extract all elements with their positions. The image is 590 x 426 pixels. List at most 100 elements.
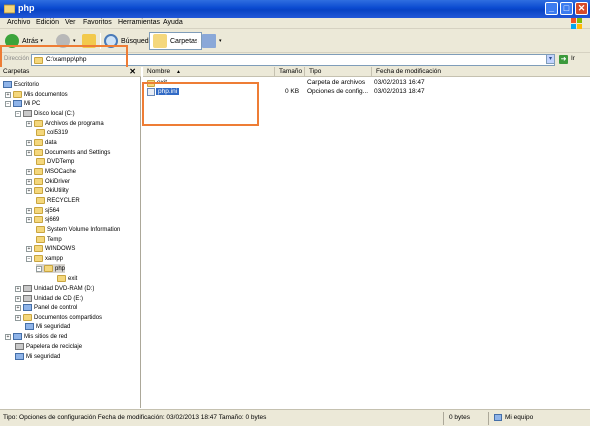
chevron-down-icon: ▾ (219, 38, 222, 44)
network-icon (13, 333, 22, 340)
tree-item-dvd[interactable]: + Unidad DVD-RAM (D:) (15, 284, 94, 293)
tree-item-xampp[interactable]: − xampp (26, 254, 63, 263)
computer-icon (494, 414, 502, 421)
expand-icon[interactable]: + (26, 120, 32, 127)
folder-icon (34, 187, 43, 194)
tree-item-folder[interactable]: System Volume Information (36, 225, 120, 234)
tree-item-php-selected[interactable]: − php (36, 264, 66, 273)
tree-item-mis-sitios-red[interactable]: + Mis sitios de red (5, 332, 67, 341)
security-icon (25, 323, 34, 330)
folder-icon (34, 168, 43, 175)
go-arrow-icon[interactable]: ➜ (559, 55, 568, 64)
expand-icon[interactable]: + (26, 187, 32, 194)
recycle-bin-icon (15, 343, 24, 350)
folder-icon (36, 158, 45, 165)
close-pane-button[interactable]: ✕ (129, 67, 136, 76)
menu-bar: Archivo Edición Ver Favoritos Herramient… (0, 18, 590, 29)
menu-ver[interactable]: Ver (65, 19, 76, 26)
column-name[interactable]: Nombre ▲ (143, 67, 275, 77)
tree-item-exit[interactable]: exit (57, 274, 77, 283)
collapse-icon[interactable]: − (15, 110, 21, 117)
tree-item-escritorio[interactable]: Escritorio (3, 80, 39, 89)
minimize-button[interactable]: _ (545, 2, 558, 15)
menu-ayuda[interactable]: Ayuda (163, 19, 183, 26)
tree-item-cd[interactable]: + Unidad de CD (E:) (15, 294, 83, 303)
tree-item-folder[interactable]: + MSOCache (26, 167, 76, 176)
folders-icon (153, 34, 167, 48)
column-size[interactable]: Tamaño (275, 67, 305, 77)
tree-item-folder[interactable]: DVDTemp (36, 157, 74, 166)
tree-item-folder[interactable]: RECYCLER (36, 196, 80, 205)
file-modified: 03/02/2013 18:47 (374, 88, 425, 95)
collapse-icon[interactable]: − (5, 100, 11, 107)
expand-icon[interactable]: + (26, 149, 32, 156)
column-type[interactable]: Tipo (305, 67, 372, 77)
tree-item-folder[interactable]: Temp (36, 235, 62, 244)
desktop-icon (3, 81, 12, 88)
tree-item-folder[interactable]: + Documents and Settings (26, 148, 110, 157)
folder-icon (13, 91, 22, 98)
column-modified[interactable]: Fecha de modificación (372, 67, 590, 77)
expand-icon[interactable]: + (5, 91, 11, 98)
expand-icon[interactable]: + (26, 168, 32, 175)
folders-label: Carpetas (170, 37, 199, 45)
expand-icon[interactable]: + (26, 245, 32, 252)
tree-item-documentos-compartidos[interactable]: + Documentos compartidos (15, 313, 102, 322)
expand-icon[interactable]: + (15, 314, 21, 321)
window-title: php (18, 3, 35, 13)
menu-archivo[interactable]: Archivo (7, 19, 30, 26)
menu-edicion[interactable]: Edición (36, 19, 59, 26)
tree-item-folder[interactable]: + data (26, 138, 57, 147)
expand-icon[interactable]: + (26, 216, 32, 223)
tree-item-mis-documentos[interactable]: + Mis documentos (5, 90, 68, 99)
status-bytes: 0 bytes (449, 414, 470, 421)
tree-item-papelera[interactable]: Papelera de reciclaje (15, 342, 82, 351)
views-button[interactable]: ▾ (202, 32, 222, 50)
menu-favoritos[interactable]: Favoritos (83, 19, 112, 26)
tree-item-mi-seguridad[interactable]: Mi seguridad (25, 322, 70, 331)
close-button[interactable]: ✕ (575, 2, 588, 15)
computer-icon (13, 100, 22, 107)
tree-item-folder[interactable]: + sj669 (26, 215, 59, 224)
folder-icon (36, 226, 45, 233)
tree-item-folder[interactable]: + WINDOWS (26, 244, 75, 253)
status-text: Tipo: Opciones de configuración Fecha de… (3, 414, 267, 421)
search-label: Búsqueda (121, 37, 153, 45)
maximize-button[interactable]: □ (560, 2, 573, 15)
expand-icon[interactable]: + (5, 333, 11, 340)
expand-icon[interactable]: + (15, 304, 21, 311)
tree-item-mi-seguridad[interactable]: Mi seguridad (15, 352, 60, 361)
tree-item-folder[interactable]: + sj564 (26, 206, 59, 215)
open-folder-icon (44, 265, 53, 272)
folder-icon (34, 120, 43, 127)
expand-icon[interactable]: + (15, 295, 21, 302)
toolbar-separator (197, 33, 198, 49)
tree-item-folder[interactable]: + OkiDriver (26, 177, 70, 186)
status-zone: Mi equipo (505, 414, 534, 421)
folders-button[interactable]: Carpetas (149, 32, 203, 50)
tree-item-mi-pc[interactable]: − Mi PC (5, 99, 40, 108)
tree-item-folder[interactable]: + OkiUtility (26, 186, 69, 195)
menu-herramientas[interactable]: Herramientas (118, 19, 160, 26)
expand-icon[interactable]: + (26, 139, 32, 146)
expand-icon[interactable]: + (15, 285, 21, 292)
tree-item-folder[interactable]: col5319 (36, 128, 68, 137)
drive-icon (23, 110, 32, 117)
expand-icon[interactable]: + (26, 207, 32, 214)
folder-icon (34, 255, 43, 262)
collapse-icon[interactable]: − (36, 265, 42, 272)
file-type: Carpeta de archivos (307, 79, 366, 86)
folder-icon (57, 275, 66, 282)
tree-item-disco-local[interactable]: − Disco local (C:) (15, 109, 75, 118)
address-dropdown-button[interactable]: ▾ (546, 54, 555, 64)
tree-item-panel-control[interactable]: + Panel de control (15, 303, 77, 312)
cd-drive-icon (23, 295, 32, 302)
folder-icon (36, 129, 45, 136)
tree-item-folder[interactable]: + Archivos de programa (26, 119, 104, 128)
status-divider (488, 412, 489, 425)
sort-up-icon: ▲ (175, 69, 181, 75)
go-button[interactable]: Ir (571, 55, 575, 62)
folder-icon (34, 178, 43, 185)
expand-icon[interactable]: + (26, 178, 32, 185)
collapse-icon[interactable]: − (26, 255, 32, 262)
